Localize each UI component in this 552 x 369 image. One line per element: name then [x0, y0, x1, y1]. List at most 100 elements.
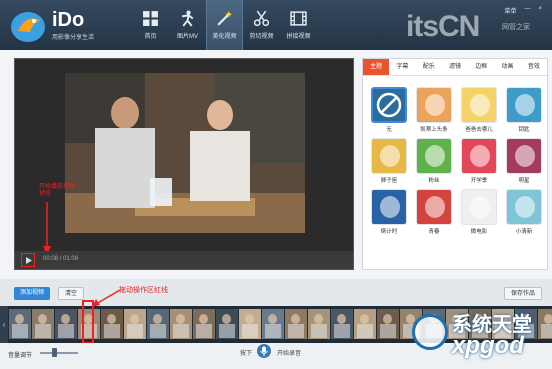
theme-thumbnail[interactable] — [506, 189, 542, 225]
theme-thumbnail[interactable] — [506, 138, 542, 174]
timeline-frame[interactable] — [216, 309, 238, 339]
nav-photo-mv-label: 图片MV — [176, 34, 198, 40]
tab-animation[interactable]: 动画 — [494, 59, 520, 75]
timeline-frame[interactable] — [354, 309, 376, 339]
video-player: 开始播放视频预览 00:08 / 01:08 — [14, 58, 354, 270]
top-bar: iDo 用影像分享生活 首页 图片MV 美化视频 剪切视频 拼接视频 itsCN… — [0, 0, 552, 50]
minimize-button[interactable]: — — [524, 6, 530, 15]
theme-thumbnail[interactable] — [461, 189, 497, 225]
theme-label: 开学季 — [470, 178, 488, 184]
microphone-icon[interactable] — [257, 344, 271, 358]
press-label: 按下 — [240, 351, 253, 357]
theme-item[interactable]: 无 — [369, 87, 409, 133]
timeline-frame[interactable] — [124, 309, 146, 339]
theme-label: 爸爸去哪儿 — [465, 127, 493, 133]
nav-photo-mv[interactable]: 图片MV — [169, 0, 206, 50]
timeline-frame[interactable] — [101, 309, 123, 339]
theme-thumbnail[interactable] — [416, 189, 452, 225]
theme-label: 狮子座 — [380, 178, 398, 184]
timeline-frame[interactable] — [193, 309, 215, 339]
theme-item[interactable]: 明星 — [504, 138, 544, 184]
timeline-frame[interactable] — [147, 309, 169, 339]
watermark-top: itsCN — [406, 10, 480, 43]
dance-icon — [182, 10, 194, 27]
effects-tabs: 主题 字幕 配乐 滤镜 边框 动画 音效 — [363, 59, 547, 76]
theme-thumbnail[interactable] — [416, 87, 452, 123]
nav-home-label: 首页 — [144, 34, 157, 40]
theme-item[interactable]: 粉丝 — [414, 138, 454, 184]
theme-thumbnail[interactable] — [371, 138, 407, 174]
timeline-frame[interactable] — [377, 309, 399, 339]
theme-item[interactable]: 青春 — [414, 189, 454, 235]
timecode: 00:08 / 01:08 — [43, 256, 79, 262]
theme-item[interactable]: 微电影 — [459, 189, 499, 235]
timeline-frame[interactable] — [262, 309, 284, 339]
tab-music[interactable]: 配乐 — [416, 59, 442, 75]
watermark-logo-icon — [412, 314, 448, 350]
theme-thumbnail[interactable] — [461, 87, 497, 123]
theme-label: 青春 — [428, 229, 440, 235]
window-controls: 菜单 — × — [504, 6, 542, 15]
app-name: iDo — [52, 9, 85, 31]
theme-item[interactable]: 钥匙 — [504, 87, 544, 133]
menu-button[interactable]: 菜单 — [504, 6, 516, 15]
timeline-frame[interactable] — [55, 309, 77, 339]
theme-label: 倒计时 — [380, 229, 398, 235]
watermark-top-sub: 网管之家 — [502, 24, 530, 31]
theme-label: 无 — [386, 127, 392, 133]
play-button[interactable] — [21, 253, 35, 267]
theme-label: 钥匙 — [518, 127, 530, 133]
theme-item[interactable]: 爸爸去哪儿 — [459, 87, 499, 133]
theme-grid: 无 凯蒂上头条 爸爸去哪儿 钥匙狮子座 粉丝 开学季 明星倒计时 青春 微电影 小清新 — [363, 76, 547, 246]
timeline-playhead[interactable] — [82, 300, 94, 344]
video-frame[interactable] — [65, 73, 305, 233]
nav-beautify-video-label: 美化视频 — [212, 34, 237, 40]
timeline-frame[interactable] — [331, 309, 353, 339]
timeline-frame[interactable] — [9, 309, 31, 339]
tab-subtitle[interactable]: 字幕 — [389, 59, 415, 75]
timeline-frame[interactable] — [308, 309, 330, 339]
close-button[interactable]: × — [538, 6, 542, 15]
annotation-arrow-left-icon — [92, 289, 121, 307]
clear-button[interactable]: 清空 — [58, 287, 85, 300]
tab-filter[interactable]: 滤镜 — [442, 59, 468, 75]
volume-label: 音量调节 — [8, 353, 33, 359]
save-work-button[interactable]: 保存作品 — [503, 287, 542, 300]
film-icon — [290, 11, 307, 26]
theme-thumbnail[interactable] — [371, 189, 407, 225]
tab-border[interactable]: 边框 — [468, 59, 494, 75]
timeline-frame[interactable] — [170, 309, 192, 339]
effects-panel: 主题 字幕 配乐 滤镜 边框 动画 音效 无 凯蒂上头条 爸爸去哪儿 钥匙狮子座 粉丝 开… — [362, 58, 548, 270]
theme-item[interactable]: 开学季 — [459, 138, 499, 184]
timeline-scroll-left-icon[interactable]: ‹ — [0, 306, 8, 343]
nav-beautify-video[interactable]: 美化视频 — [206, 0, 243, 50]
theme-item[interactable]: 倒计时 — [369, 189, 409, 235]
volume-slider-handle[interactable] — [52, 348, 57, 357]
ido-logo-icon — [11, 12, 45, 42]
nav-join-video-label: 拼接视频 — [286, 34, 311, 40]
theme-thumbnail[interactable] — [416, 138, 452, 174]
watermark-bottom-url: xpgod — [452, 332, 524, 359]
tab-theme[interactable]: 主题 — [363, 59, 390, 75]
drag-annotation: 拖动操作区红线 — [119, 287, 168, 294]
nav-cut-video[interactable]: 剪切视频 — [243, 0, 280, 50]
play-annotation: 开始播放视频预览 — [39, 184, 76, 197]
watermark-bottom: 系统天堂 xpgod — [408, 306, 552, 369]
timeline-frame[interactable] — [239, 309, 261, 339]
theme-thumbnail[interactable] — [506, 87, 542, 123]
theme-item[interactable]: 小清新 — [504, 189, 544, 235]
theme-thumbnail[interactable] — [461, 138, 497, 174]
volume-slider[interactable] — [40, 352, 78, 354]
nav-join-video[interactable]: 拼接视频 — [280, 0, 317, 50]
theme-item[interactable]: 狮子座 — [369, 138, 409, 184]
tab-sound-effect[interactable]: 音效 — [521, 59, 547, 75]
add-video-button[interactable]: 添加视频 — [14, 287, 51, 300]
nav-home[interactable]: 首页 — [132, 0, 169, 50]
timeline-frame[interactable] — [285, 309, 307, 339]
video-scene — [65, 73, 305, 233]
theme-label: 明星 — [518, 178, 530, 184]
theme-thumbnail[interactable] — [371, 87, 407, 123]
timeline-frame[interactable] — [32, 309, 54, 339]
theme-item[interactable]: 凯蒂上头条 — [414, 87, 454, 133]
theme-label: 小清新 — [515, 229, 533, 235]
